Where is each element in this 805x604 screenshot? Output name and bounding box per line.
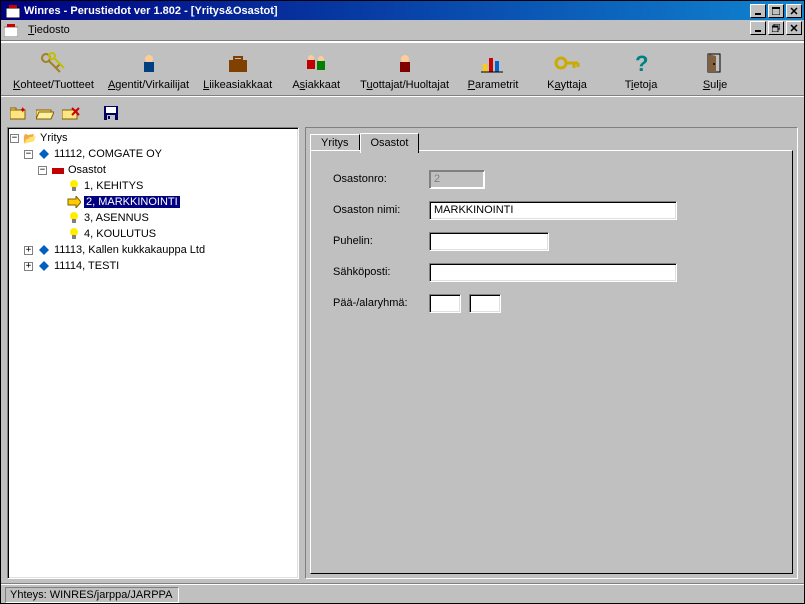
toolbar-kayttaja[interactable]: Kayttaja [533, 47, 601, 93]
close-button[interactable] [786, 4, 802, 18]
toolbar-sulje[interactable]: Sulje [681, 47, 749, 93]
child-restore-button[interactable] [768, 21, 784, 35]
menu-file[interactable]: Tiedosto [22, 22, 76, 38]
expand-icon[interactable]: + [24, 262, 33, 271]
tree-leaf-kehitys[interactable]: 1, KEHITYS [10, 178, 296, 194]
svg-text:✦: ✦ [19, 105, 27, 115]
expand-icon[interactable]: + [24, 246, 33, 255]
person-icon [135, 49, 163, 77]
open-folder-button[interactable] [35, 103, 55, 123]
bulb-icon [66, 179, 82, 193]
keys-icon [39, 49, 67, 77]
pointer-icon [66, 195, 82, 209]
tab-strip: Yritys Osastot [310, 132, 793, 151]
tree-root[interactable]: − 📂 Yritys [10, 130, 296, 146]
label-osastonro: Osastonro: [333, 173, 429, 185]
delete-folder-button[interactable] [61, 103, 81, 123]
toolbar-agentit[interactable]: Agentit/Virkailijat [104, 47, 193, 93]
diamond-icon [36, 259, 52, 273]
door-icon [701, 49, 729, 77]
tree-leaf-asennus[interactable]: 3, ASENNUS [10, 210, 296, 226]
save-button[interactable] [101, 103, 121, 123]
main-toolbar: Kohteet/Tuotteet Agentit/Virkailijat Lii… [1, 42, 804, 95]
maximize-button[interactable] [768, 4, 784, 18]
tree-leaf-markkinointi[interactable]: 2, MARKKINOINTI [10, 194, 296, 210]
statusbar: Yhteys: WINRES/jarppa/JARPPA [1, 583, 804, 603]
app-icon [5, 3, 21, 19]
tab-body: Osastonro: Osaston nimi: Puhelin: Sähköp… [310, 150, 793, 574]
diamond-icon [36, 243, 52, 257]
field-alaryhma[interactable] [469, 294, 501, 313]
collapse-icon[interactable]: − [24, 150, 33, 159]
tree-node-company-2[interactable]: + 11113, Kallen kukkakauppa Ltd [10, 242, 296, 258]
tree-panel[interactable]: − 📂 Yritys − 11112, COMGATE OY − Osastot [7, 127, 299, 579]
icon-bar: ✦ [1, 97, 804, 127]
document-icon [3, 22, 19, 38]
titlebar: Winres - Perustiedot ver 1.802 - [Yritys… [1, 1, 804, 20]
tab-osastot[interactable]: Osastot [360, 133, 420, 153]
tree-node-company-3[interactable]: + 11114, TESTI [10, 258, 296, 274]
titlebar-text: Winres - Perustiedot ver 1.802 - [Yritys… [24, 5, 750, 17]
book-icon [50, 163, 66, 177]
menubar: Tiedosto [1, 20, 804, 40]
key-icon [553, 49, 581, 77]
minimize-button[interactable] [750, 4, 766, 18]
label-puhelin: Puhelin: [333, 235, 429, 247]
detail-panel: Yritys Osastot Osastonro: Osaston nimi: … [305, 127, 798, 579]
status-connection: Yhteys: WINRES/jarppa/JARPPA [5, 587, 179, 603]
tree-leaf-koulutus[interactable]: 4, KOULUTUS [10, 226, 296, 242]
field-osaston-nimi[interactable] [429, 201, 677, 220]
field-puhelin[interactable] [429, 232, 549, 251]
field-sahkoposti[interactable] [429, 263, 677, 282]
new-folder-button[interactable]: ✦ [9, 103, 29, 123]
child-close-button[interactable] [786, 21, 802, 35]
tree-node-osastot[interactable]: − Osastot [10, 162, 296, 178]
bulb-icon [66, 227, 82, 241]
chart-icon [479, 49, 507, 77]
child-minimize-button[interactable] [750, 21, 766, 35]
toolbar-asiakkaat[interactable]: Asiakkaat [282, 47, 350, 93]
label-osaston-nimi: Osaston nimi: [333, 204, 429, 216]
toolbar-tietoja[interactable]: ? Tietoja [607, 47, 675, 93]
collapse-icon[interactable]: − [10, 134, 19, 143]
label-ryhma: Pää-/alaryhmä: [333, 297, 429, 309]
tab-yritys[interactable]: Yritys [310, 134, 360, 151]
folder-open-icon: 📂 [22, 131, 38, 145]
toolbar-parametrit[interactable]: Parametrit [459, 47, 527, 93]
svg-text:?: ? [635, 52, 648, 74]
content-area: − 📂 Yritys − 11112, COMGATE OY − Osastot [1, 127, 804, 583]
bulb-icon [66, 211, 82, 225]
help-icon: ? [627, 49, 655, 77]
toolbar-tuottajat[interactable]: Tuottajat/Huoltajat [356, 47, 453, 93]
field-osastonro [429, 170, 485, 189]
briefcase-icon [224, 49, 252, 77]
diamond-icon [36, 147, 52, 161]
toolbar-kohteet[interactable]: Kohteet/Tuotteet [9, 47, 98, 93]
people-icon [302, 49, 330, 77]
toolbar-liikeasiakkaat[interactable]: Liikeasiakkaat [199, 47, 276, 93]
person-red-icon [391, 49, 419, 77]
main-window: Winres - Perustiedot ver 1.802 - [Yritys… [0, 0, 805, 604]
tree-node-company-1[interactable]: − 11112, COMGATE OY [10, 146, 296, 162]
field-paaryhma[interactable] [429, 294, 461, 313]
collapse-icon[interactable]: − [38, 166, 47, 175]
label-sahkoposti: Sähköposti: [333, 266, 429, 278]
